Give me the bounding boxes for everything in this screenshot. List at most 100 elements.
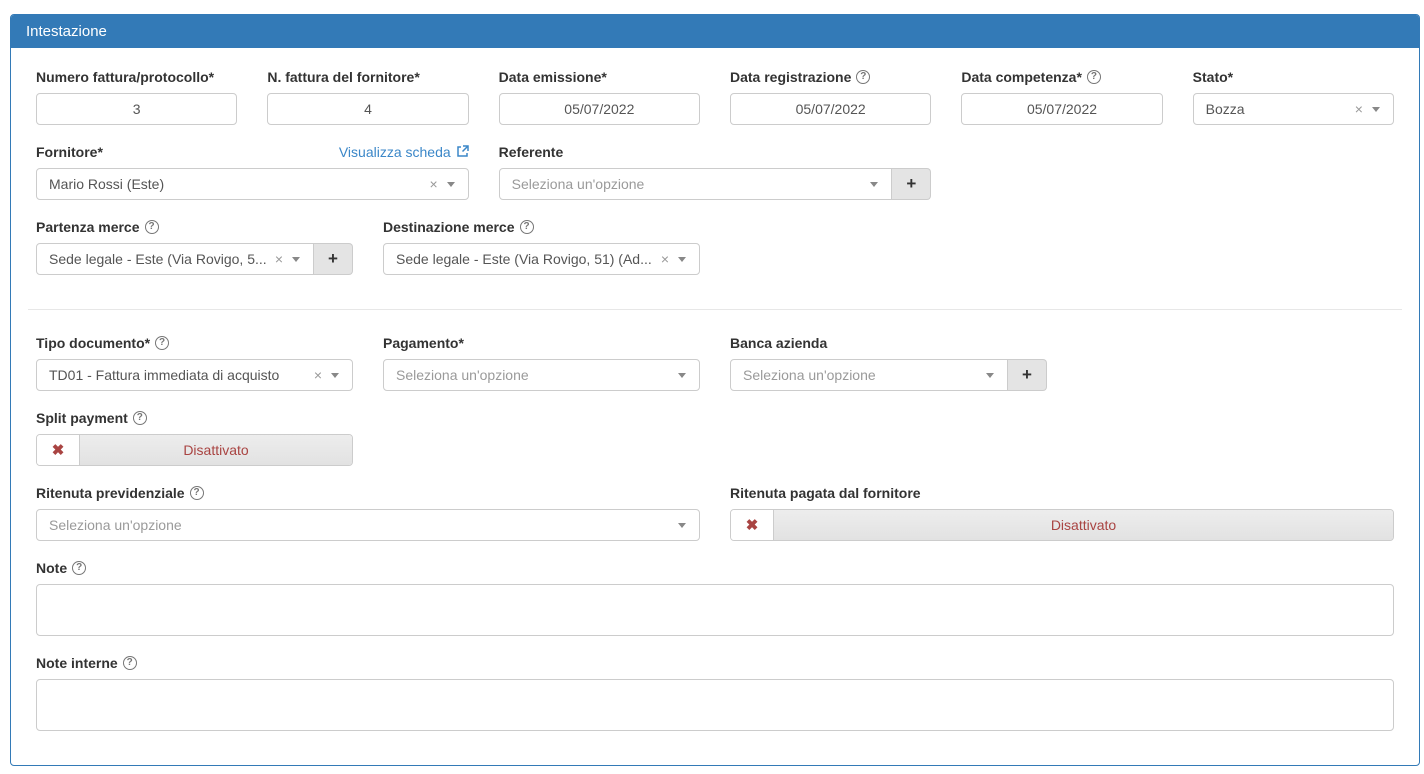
field-pagamento: Pagamento* Seleziona un'opzione bbox=[383, 334, 700, 391]
clear-icon[interactable]: × bbox=[1351, 102, 1372, 116]
field-tipo-documento: Tipo documento*? TD01 - Fattura immediat… bbox=[36, 334, 353, 391]
chevron-down-icon bbox=[986, 373, 994, 378]
help-icon: ? bbox=[145, 220, 159, 234]
plus-icon: + bbox=[328, 249, 338, 269]
data-competenza-label: Data competenza*? bbox=[961, 69, 1101, 85]
banca-azienda-label: Banca azienda bbox=[730, 335, 827, 351]
banca-azienda-select[interactable]: Seleziona un'opzione bbox=[730, 359, 1008, 391]
field-ritenuta-previdenziale: Ritenuta previdenziale? Seleziona un'opz… bbox=[36, 484, 700, 541]
destinazione-merce-label: Destinazione merce? bbox=[383, 219, 534, 235]
field-note-interne: Note interne? bbox=[36, 654, 1394, 731]
chevron-down-icon bbox=[331, 373, 339, 378]
help-icon: ? bbox=[123, 656, 137, 670]
help-icon: ? bbox=[72, 561, 86, 575]
tipo-documento-selected-value: TD01 - Fattura immediata di acquisto bbox=[49, 367, 310, 383]
n-fattura-fornitore-label: N. fattura del fornitore* bbox=[267, 69, 419, 85]
help-icon: ? bbox=[133, 411, 147, 425]
pagamento-placeholder: Seleziona un'opzione bbox=[396, 367, 678, 383]
chevron-down-icon bbox=[447, 182, 455, 187]
partenza-merce-selected-value: Sede legale - Este (Via Rovigo, 5... bbox=[49, 251, 271, 267]
field-split-payment: Split payment? ✖ Disattivato bbox=[36, 409, 353, 466]
field-note: Note? bbox=[36, 559, 1394, 636]
data-registrazione-label: Data registrazione? bbox=[730, 69, 870, 85]
field-referente: Referente Seleziona un'opzione + bbox=[499, 143, 932, 200]
numero-fattura-label: Numero fattura/protocollo* bbox=[36, 69, 214, 85]
ritenuta-pagata-label: Ritenuta pagata dal fornitore bbox=[730, 485, 921, 501]
section-divider bbox=[28, 309, 1402, 310]
ritenuta-pagata-state: Disattivato bbox=[774, 510, 1393, 540]
toggle-x-icon: ✖ bbox=[37, 435, 80, 465]
pagamento-label: Pagamento* bbox=[383, 335, 464, 351]
data-registrazione-input[interactable] bbox=[730, 93, 931, 125]
data-emissione-input[interactable] bbox=[499, 93, 700, 125]
chevron-down-icon bbox=[678, 257, 686, 262]
stato-label: Stato* bbox=[1193, 69, 1233, 85]
clear-icon[interactable]: × bbox=[310, 368, 331, 382]
stato-select[interactable]: Bozza × bbox=[1193, 93, 1394, 125]
add-partenza-merce-button[interactable]: + bbox=[314, 243, 353, 275]
partenza-merce-select[interactable]: Sede legale - Este (Via Rovigo, 5... × bbox=[36, 243, 314, 275]
split-payment-state: Disattivato bbox=[80, 435, 352, 465]
field-stato: Stato* Bozza × bbox=[1193, 68, 1394, 125]
plus-icon: + bbox=[906, 174, 916, 194]
referente-placeholder: Seleziona un'opzione bbox=[512, 176, 871, 192]
visualizza-scheda-link[interactable]: Visualizza scheda bbox=[339, 144, 469, 160]
split-payment-label: Split payment? bbox=[36, 410, 147, 426]
fornitore-selected-value: Mario Rossi (Este) bbox=[49, 176, 425, 192]
field-ritenuta-pagata: Ritenuta pagata dal fornitore ✖ Disattiv… bbox=[730, 484, 1394, 541]
destinazione-merce-selected-value: Sede legale - Este (Via Rovigo, 51) (Ad.… bbox=[396, 251, 657, 267]
pagamento-select[interactable]: Seleziona un'opzione bbox=[383, 359, 700, 391]
field-fornitore: Fornitore* Visualizza scheda Mario Rossi… bbox=[36, 143, 469, 200]
banca-azienda-placeholder: Seleziona un'opzione bbox=[743, 367, 986, 383]
toggle-x-icon: ✖ bbox=[731, 510, 774, 540]
data-competenza-input[interactable] bbox=[961, 93, 1162, 125]
help-icon: ? bbox=[856, 70, 870, 84]
help-icon: ? bbox=[155, 336, 169, 350]
plus-icon: + bbox=[1022, 365, 1032, 385]
help-icon: ? bbox=[520, 220, 534, 234]
fornitore-label: Fornitore* bbox=[36, 144, 103, 160]
field-destinazione-merce: Destinazione merce? Sede legale - Este (… bbox=[383, 218, 700, 275]
numero-fattura-input[interactable] bbox=[36, 93, 237, 125]
note-label: Note? bbox=[36, 560, 86, 576]
chevron-down-icon bbox=[292, 257, 300, 262]
chevron-down-icon bbox=[1372, 107, 1380, 112]
tipo-documento-label: Tipo documento*? bbox=[36, 335, 169, 351]
chevron-down-icon bbox=[678, 373, 686, 378]
field-data-emissione: Data emissione* bbox=[499, 68, 700, 125]
add-referente-button[interactable]: + bbox=[892, 168, 931, 200]
partenza-merce-label: Partenza merce? bbox=[36, 219, 159, 235]
fornitore-select[interactable]: Mario Rossi (Este) × bbox=[36, 168, 469, 200]
field-numero-fattura: Numero fattura/protocollo* bbox=[36, 68, 237, 125]
field-data-registrazione: Data registrazione? bbox=[730, 68, 931, 125]
field-n-fattura-fornitore: N. fattura del fornitore* bbox=[267, 68, 468, 125]
chevron-down-icon bbox=[870, 182, 878, 187]
destinazione-merce-select[interactable]: Sede legale - Este (Via Rovigo, 51) (Ad.… bbox=[383, 243, 700, 275]
ritenuta-previdenziale-placeholder: Seleziona un'opzione bbox=[49, 517, 678, 533]
chevron-down-icon bbox=[678, 523, 686, 528]
n-fattura-fornitore-input[interactable] bbox=[267, 93, 468, 125]
note-textarea[interactable] bbox=[36, 584, 1394, 636]
panel-title: Intestazione bbox=[11, 15, 1419, 48]
intestazione-panel: Intestazione Numero fattura/protocollo* … bbox=[10, 14, 1420, 766]
note-interne-textarea[interactable] bbox=[36, 679, 1394, 731]
note-interne-label: Note interne? bbox=[36, 655, 137, 671]
field-partenza-merce: Partenza merce? Sede legale - Este (Via … bbox=[36, 218, 353, 275]
clear-icon[interactable]: × bbox=[425, 177, 446, 191]
ritenuta-previdenziale-select[interactable]: Seleziona un'opzione bbox=[36, 509, 700, 541]
split-payment-toggle[interactable]: ✖ Disattivato bbox=[36, 434, 353, 466]
field-banca-azienda: Banca azienda Seleziona un'opzione + bbox=[730, 334, 1047, 391]
ritenuta-previdenziale-label: Ritenuta previdenziale? bbox=[36, 485, 204, 501]
add-banca-azienda-button[interactable]: + bbox=[1008, 359, 1047, 391]
help-icon: ? bbox=[1087, 70, 1101, 84]
clear-icon[interactable]: × bbox=[657, 252, 678, 266]
external-link-icon bbox=[456, 145, 469, 158]
referente-select[interactable]: Seleziona un'opzione bbox=[499, 168, 893, 200]
ritenuta-pagata-toggle[interactable]: ✖ Disattivato bbox=[730, 509, 1394, 541]
tipo-documento-select[interactable]: TD01 - Fattura immediata di acquisto × bbox=[36, 359, 353, 391]
data-emissione-label: Data emissione* bbox=[499, 69, 607, 85]
help-icon: ? bbox=[190, 486, 204, 500]
clear-icon[interactable]: × bbox=[271, 252, 292, 266]
field-data-competenza: Data competenza*? bbox=[961, 68, 1162, 125]
panel-body: Numero fattura/protocollo* N. fattura de… bbox=[11, 48, 1419, 765]
